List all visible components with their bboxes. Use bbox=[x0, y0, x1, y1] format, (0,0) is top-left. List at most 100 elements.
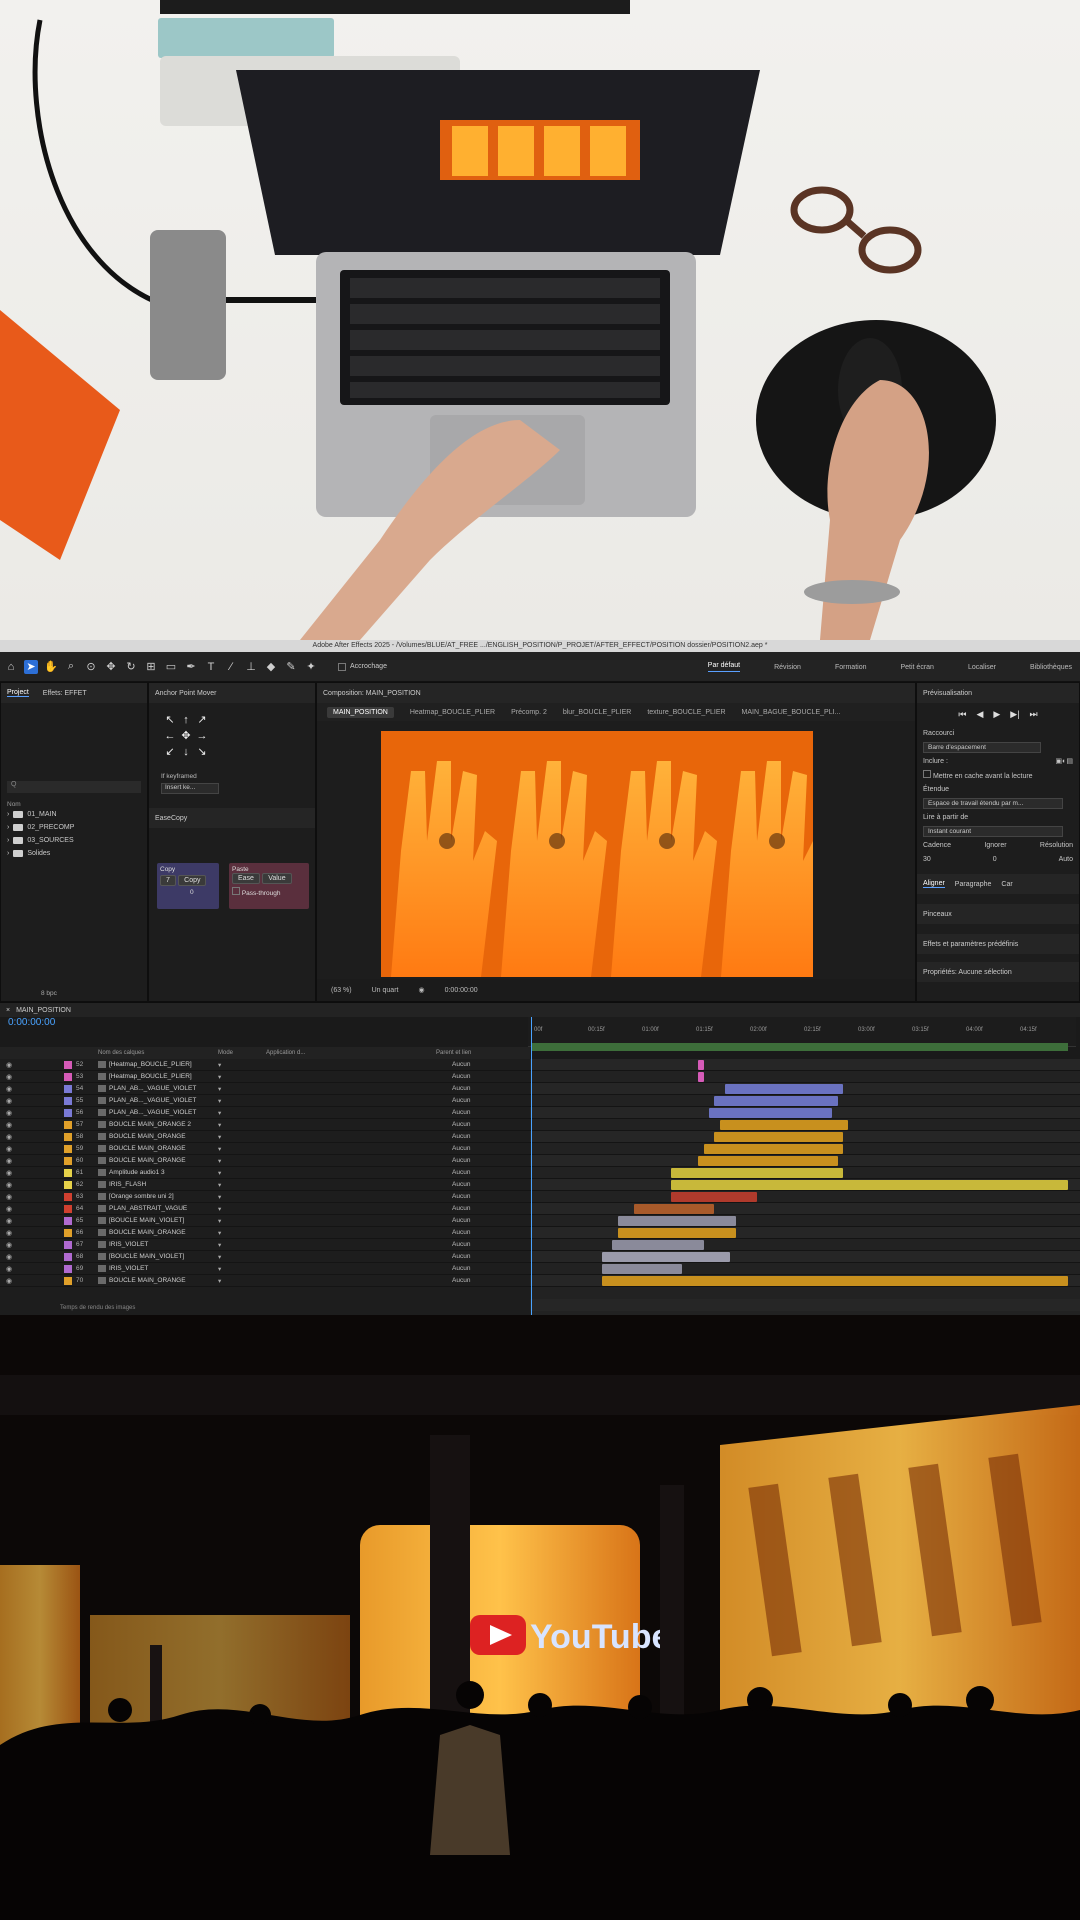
layer-row[interactable]: ◉ 67 IRIS_VIOLET ▾ Aucun bbox=[0, 1239, 1080, 1251]
shortcut-dropdown[interactable]: Barre d'espacement bbox=[923, 741, 1041, 753]
bit-depth[interactable]: 8 bpc bbox=[41, 990, 57, 997]
label-color-swatch[interactable] bbox=[64, 1181, 72, 1189]
next-frame-icon[interactable]: ▶| bbox=[1010, 709, 1019, 720]
label-color-swatch[interactable] bbox=[64, 1241, 72, 1249]
layer-mode-dropdown[interactable]: ▾ bbox=[218, 1253, 221, 1261]
layer-duration-bar[interactable] bbox=[633, 1204, 715, 1214]
layer-row[interactable]: ◉ 52 [Heatmap_BOUCLE_PLIER] ▾ Aucun bbox=[0, 1059, 1080, 1071]
layer-name[interactable]: Amplitude audio1 3 bbox=[98, 1169, 208, 1176]
layer-duration-bar[interactable] bbox=[698, 1156, 838, 1166]
layer-parent-dropdown[interactable]: Aucun bbox=[452, 1169, 470, 1176]
project-item[interactable]: › 01_MAIN bbox=[1, 808, 147, 821]
visibility-eye-icon[interactable]: ◉ bbox=[6, 1157, 12, 1165]
layer-duration-bar[interactable] bbox=[719, 1120, 849, 1130]
comp-tab[interactable]: MAIN_BAGUE_BOUCLE_PLI... bbox=[742, 709, 841, 716]
visibility-eye-icon[interactable]: ◉ bbox=[6, 1073, 12, 1081]
effects-presets-section[interactable]: Effets et paramètres prédéfinis bbox=[917, 934, 1079, 954]
tab-character[interactable]: Car bbox=[1001, 881, 1012, 888]
properties-section[interactable]: Propriétés: Aucune sélection bbox=[917, 962, 1079, 982]
layer-name[interactable]: BOUCLE MAIN_ORANGE bbox=[98, 1133, 208, 1140]
visibility-eye-icon[interactable]: ◉ bbox=[6, 1217, 12, 1225]
viewer-timecode[interactable]: 0:00:00:00 bbox=[445, 987, 478, 994]
layer-mode-dropdown[interactable]: ▾ bbox=[218, 1061, 221, 1069]
layer-mode-dropdown[interactable]: ▾ bbox=[218, 1073, 221, 1081]
layer-duration-bar[interactable] bbox=[671, 1192, 758, 1202]
label-color-swatch[interactable] bbox=[64, 1097, 72, 1105]
layer-parent-dropdown[interactable]: Aucun bbox=[452, 1205, 470, 1212]
tab-paragraph[interactable]: Paragraphe bbox=[955, 881, 992, 888]
layer-parent-dropdown[interactable]: Aucun bbox=[452, 1181, 470, 1188]
timeline-current-time[interactable]: 0:00:00:00 bbox=[8, 1017, 55, 1028]
label-color-swatch[interactable] bbox=[64, 1085, 72, 1093]
layer-parent-dropdown[interactable]: Aucun bbox=[452, 1253, 470, 1260]
copy-button[interactable]: Copy bbox=[178, 875, 207, 886]
layer-mode-dropdown[interactable]: ▾ bbox=[218, 1181, 221, 1189]
layer-mode-dropdown[interactable]: ▾ bbox=[218, 1265, 221, 1273]
layer-name[interactable]: BOUCLE MAIN_ORANGE bbox=[98, 1157, 208, 1164]
layer-name[interactable]: BOUCLE MAIN_ORANGE bbox=[98, 1145, 208, 1152]
visibility-eye-icon[interactable]: ◉ bbox=[6, 1277, 12, 1285]
label-color-swatch[interactable] bbox=[64, 1265, 72, 1273]
clone-tool-icon[interactable]: ⊥ bbox=[244, 660, 258, 674]
layer-parent-dropdown[interactable]: Aucun bbox=[452, 1097, 470, 1104]
copy-index[interactable]: 7 bbox=[160, 875, 176, 886]
layer-name[interactable]: IRIS_FLASH bbox=[98, 1181, 208, 1188]
layer-mode-dropdown[interactable]: ▾ bbox=[218, 1157, 221, 1165]
layer-parent-dropdown[interactable]: Aucun bbox=[452, 1157, 470, 1164]
copy-offset[interactable]: 0 bbox=[160, 889, 216, 896]
layer-row[interactable]: ◉ 59 BOUCLE MAIN_ORANGE ▾ Aucun bbox=[0, 1143, 1080, 1155]
center-icon[interactable]: ✥ bbox=[179, 729, 193, 743]
layer-parent-dropdown[interactable]: Aucun bbox=[452, 1217, 470, 1224]
brush-tool-icon[interactable]: ∕ bbox=[224, 660, 238, 674]
layer-name[interactable]: [Orange sombre uni 2] bbox=[98, 1193, 208, 1200]
tab-effects[interactable]: Effets: EFFET bbox=[43, 690, 87, 697]
label-color-swatch[interactable] bbox=[64, 1169, 72, 1177]
layer-parent-dropdown[interactable]: Aucun bbox=[452, 1193, 470, 1200]
project-search-input[interactable]: Q bbox=[7, 781, 141, 793]
layer-duration-bar[interactable] bbox=[724, 1084, 843, 1094]
layer-parent-dropdown[interactable]: Aucun bbox=[452, 1277, 470, 1284]
roto-tool-icon[interactable]: ✎ bbox=[284, 660, 298, 674]
visibility-eye-icon[interactable]: ◉ bbox=[6, 1241, 12, 1249]
layer-parent-dropdown[interactable]: Aucun bbox=[452, 1145, 470, 1152]
arrow-up-icon[interactable]: ↑ bbox=[179, 713, 193, 727]
layer-name[interactable]: BOUCLE MAIN_ORANGE 2 bbox=[98, 1121, 208, 1128]
layer-name[interactable]: PLAN_AB..._VAGUE_VIOLET bbox=[98, 1109, 208, 1116]
layer-mode-dropdown[interactable]: ▾ bbox=[218, 1241, 221, 1249]
arrow-down-right-icon[interactable]: ↘ bbox=[195, 745, 209, 759]
home-icon[interactable]: ⌂ bbox=[4, 660, 18, 674]
comp-tab[interactable]: texture_BOUCLE_PLIER bbox=[647, 709, 725, 716]
layer-parent-dropdown[interactable]: Aucun bbox=[452, 1085, 470, 1092]
resolution-dropdown[interactable]: Un quart bbox=[372, 987, 399, 994]
play-icon[interactable]: ▶ bbox=[993, 709, 1000, 720]
col-layer-name[interactable]: Nom des calques bbox=[98, 1050, 144, 1056]
workspace-learn[interactable]: Formation bbox=[835, 664, 867, 671]
project-col-name[interactable]: Nom bbox=[1, 801, 147, 808]
layer-row[interactable]: ◉ 64 PLAN_ABSTRAIT_VAGUE ▾ Aucun bbox=[0, 1203, 1080, 1215]
layer-duration-bar[interactable] bbox=[698, 1072, 704, 1082]
layer-mode-dropdown[interactable]: ▾ bbox=[218, 1205, 221, 1213]
cache-checkbox[interactable] bbox=[923, 770, 931, 778]
layer-name[interactable]: [BOUCLE MAIN_VIOLET] bbox=[98, 1217, 208, 1224]
camera-icon[interactable]: ◉ bbox=[418, 986, 424, 994]
layer-row[interactable]: ◉ 58 BOUCLE MAIN_ORANGE ▾ Aucun bbox=[0, 1131, 1080, 1143]
layer-mode-dropdown[interactable]: ▾ bbox=[218, 1193, 221, 1201]
visibility-eye-icon[interactable]: ◉ bbox=[6, 1061, 12, 1069]
arrow-down-icon[interactable]: ↓ bbox=[179, 745, 193, 759]
label-color-swatch[interactable] bbox=[64, 1121, 72, 1129]
layer-mode-dropdown[interactable]: ▾ bbox=[218, 1085, 221, 1093]
layer-row[interactable]: ◉ 61 Amplitude audio1 3 ▾ Aucun bbox=[0, 1167, 1080, 1179]
layer-row[interactable]: ◉ 54 PLAN_AB..._VAGUE_VIOLET ▾ Aucun bbox=[0, 1083, 1080, 1095]
tab-project[interactable]: Project bbox=[7, 689, 29, 697]
visibility-eye-icon[interactable]: ◉ bbox=[6, 1205, 12, 1213]
label-color-swatch[interactable] bbox=[64, 1217, 72, 1225]
layer-mode-dropdown[interactable]: ▾ bbox=[218, 1277, 221, 1285]
layer-mode-dropdown[interactable]: ▾ bbox=[218, 1169, 221, 1177]
pan-tool-icon[interactable]: ✥ bbox=[104, 660, 118, 674]
value-button[interactable]: Value bbox=[262, 873, 292, 884]
layer-row[interactable]: ◉ 60 BOUCLE MAIN_ORANGE ▾ Aucun bbox=[0, 1155, 1080, 1167]
comp-tab[interactable]: blur_BOUCLE_PLIER bbox=[563, 709, 631, 716]
layer-duration-bar[interactable] bbox=[617, 1216, 736, 1226]
layer-parent-dropdown[interactable]: Aucun bbox=[452, 1061, 470, 1068]
workspace-localize[interactable]: Localiser bbox=[968, 664, 996, 671]
